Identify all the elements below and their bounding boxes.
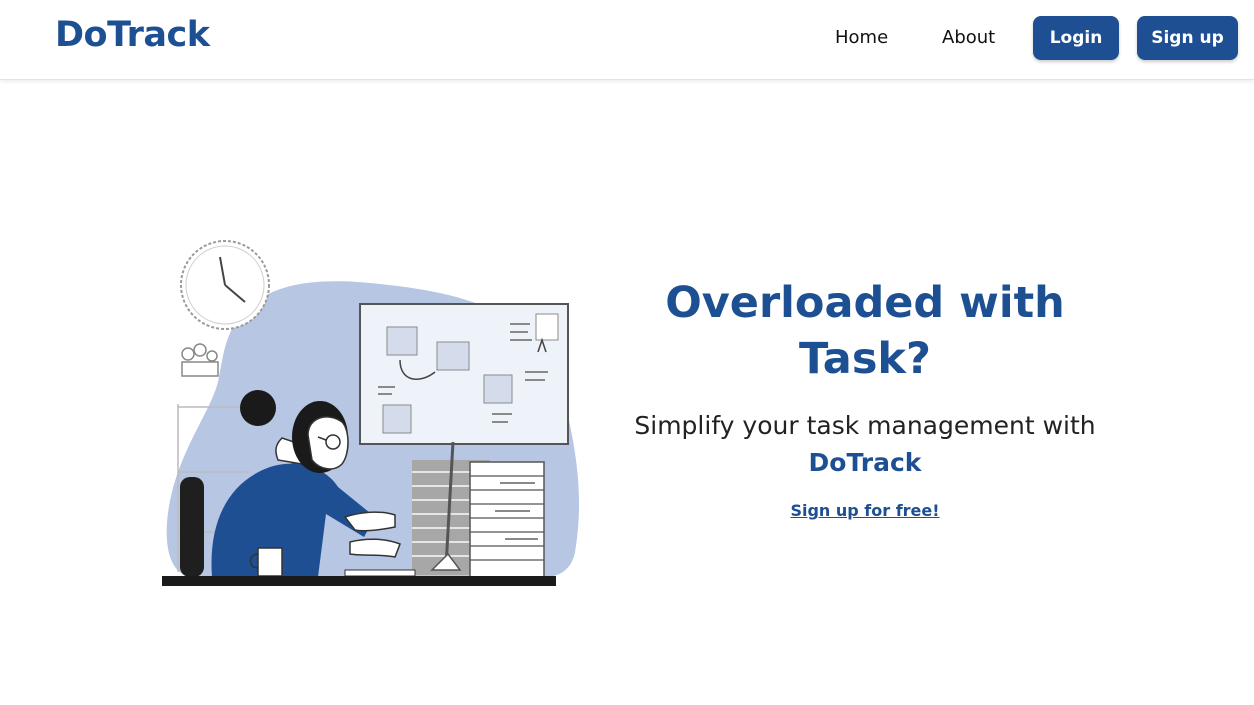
hero-illustration-svg	[162, 240, 580, 586]
task-board-icon	[359, 303, 569, 445]
nav-home-link[interactable]: Home	[835, 27, 888, 48]
hero-illustration	[150, 232, 590, 594]
login-button[interactable]: Login	[1033, 16, 1119, 60]
hero-section: Overloaded with Task? Simplify your task…	[625, 275, 1105, 520]
chair-icon	[180, 477, 204, 577]
signup-button[interactable]: Sign up	[1137, 16, 1238, 60]
keyboard-icon	[344, 569, 416, 577]
nav-about-link[interactable]: About	[942, 27, 995, 48]
wall-clock-icon	[180, 240, 270, 330]
plant-icon	[181, 343, 219, 377]
paper-stack-icon	[412, 460, 545, 578]
brand-logo[interactable]: DoTrack	[55, 15, 210, 55]
hero-headline: Overloaded with Task?	[665, 278, 1065, 384]
hero-subline: Simplify your task management with DoTra…	[625, 407, 1105, 481]
hero-subline-brand: DoTrack	[808, 448, 922, 477]
top-navbar: DoTrack Home About Login Sign up	[0, 0, 1254, 80]
signup-free-link[interactable]: Sign up for free!	[790, 501, 939, 520]
desk-surface	[162, 576, 556, 586]
hero-subline-text: Simplify your task management with	[634, 411, 1096, 440]
